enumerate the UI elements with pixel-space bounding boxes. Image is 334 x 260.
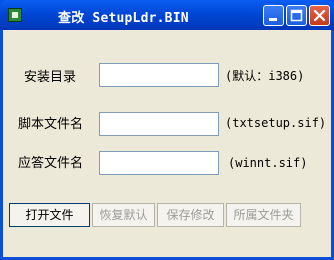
close-icon xyxy=(313,9,326,22)
answer-file-input[interactable] xyxy=(99,151,219,175)
app-window: 查改 SetupLdr.BIN 安装目录 (默认：i386) 脚本文件名 (tx… xyxy=(0,0,334,260)
save-changes-button[interactable]: 保存修改 xyxy=(157,203,224,227)
dialog-body: 安装目录 (默认：i386) 脚本文件名 (txtsetup.sif) 应答文件… xyxy=(3,30,331,257)
maximize-icon xyxy=(290,9,303,22)
close-button[interactable] xyxy=(309,5,330,26)
open-file-button[interactable]: 打开文件 xyxy=(9,203,90,227)
app-icon xyxy=(8,8,22,22)
minimize-button[interactable] xyxy=(263,5,284,26)
script-file-input[interactable] xyxy=(99,112,219,136)
maximize-button[interactable] xyxy=(286,5,307,26)
open-folder-button[interactable]: 所属文件夹 xyxy=(226,203,301,227)
title-bar[interactable]: 查改 SetupLdr.BIN xyxy=(0,0,334,30)
answer-file-hint: (winnt.sif) xyxy=(228,156,308,170)
minimize-icon xyxy=(269,18,277,21)
install-dir-input[interactable] xyxy=(99,63,219,87)
script-file-label: 脚本文件名 xyxy=(18,117,84,132)
install-dir-hint: (默认：i386) xyxy=(225,69,305,83)
answer-file-label: 应答文件名 xyxy=(18,156,84,171)
restore-default-button[interactable]: 恢复默认 xyxy=(92,203,155,227)
script-file-hint: (txtsetup.sif) xyxy=(225,116,327,130)
install-dir-label: 安装目录 xyxy=(24,70,77,85)
window-title: 查改 SetupLdr.BIN xyxy=(58,11,189,26)
